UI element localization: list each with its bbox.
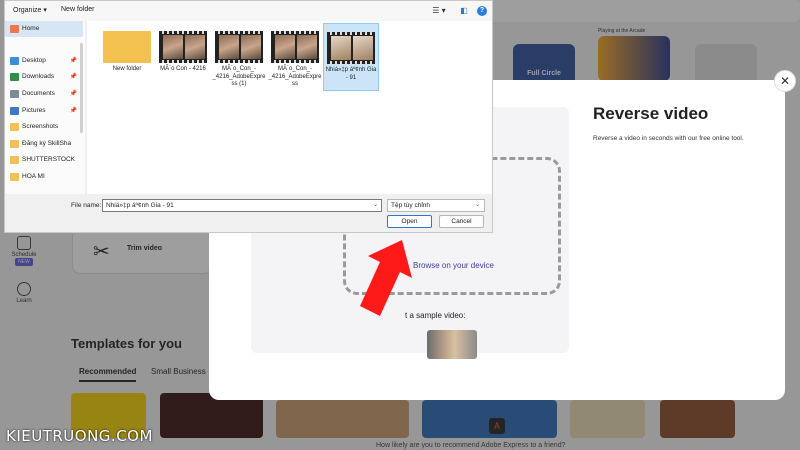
watermark: KIEUTRUONG.COM — [6, 427, 153, 445]
file-item-video[interactable]: MÃ´o_Con_-_4216_AdobeExpress (1) — [211, 31, 267, 89]
view-options-icon[interactable]: ☰ ▾ — [431, 6, 447, 16]
video-thumbnail-icon — [327, 32, 375, 64]
folder-icon — [10, 173, 19, 181]
open-button[interactable]: Open — [387, 215, 432, 228]
preview-pane-icon[interactable]: ◧ — [459, 6, 469, 16]
chevron-down-icon[interactable]: ⌄ — [373, 200, 378, 211]
navigation-pane: Home Desktop 📌 Downloads 📌 Documents 📌 P… — [5, 21, 85, 194]
dialog-footer: File name: Nhiá»‡p áº¢nh Gia - 91 ⌄ Tệp … — [5, 194, 492, 232]
new-folder-button[interactable]: New folder — [61, 6, 94, 13]
page-title: Reverse video — [593, 104, 709, 123]
nav-item-label: Home — [22, 25, 40, 32]
folder-icon — [10, 123, 19, 131]
nav-item-shutterstock[interactable]: SHUTTERSTOCK — [5, 152, 83, 168]
sample-video-thumbnail[interactable] — [427, 330, 477, 359]
organize-menu[interactable]: Organize ▾ — [13, 6, 47, 14]
downloads-icon — [10, 73, 19, 81]
nav-item-downloads[interactable]: Downloads 📌 — [5, 69, 83, 85]
nav-item-label: HOA MI — [22, 173, 45, 180]
file-name: New folder — [112, 66, 142, 72]
documents-icon — [10, 90, 19, 98]
file-open-dialog: Organize ▾ New folder ☰ ▾ ◧ ? Home Deskt… — [4, 0, 493, 233]
file-item-video-selected[interactable]: Nhiá»‡p áº¢nh Gia - 91 — [323, 23, 379, 91]
dialog-toolbar: Organize ▾ New folder ☰ ▾ ◧ ? — [5, 1, 492, 21]
pin-icon: 📌 — [69, 108, 77, 114]
file-name: Nhiá»‡p áº¢nh Gia - 91 — [325, 67, 377, 81]
file-name-input[interactable]: Nhiá»‡p áº¢nh Gia - 91 ⌄ — [102, 199, 382, 212]
nav-item-skillshare[interactable]: Đăng ký SkillSha — [5, 136, 83, 152]
close-icon[interactable]: ✕ — [774, 70, 796, 92]
file-list: New folder MÃ´o Con - 4216 MÃ´o_Con_-_42… — [87, 21, 492, 194]
pictures-icon — [10, 107, 19, 115]
pin-icon: 📌 — [69, 74, 77, 80]
file-name: MÃ´o Con - 4216 — [160, 66, 206, 72]
folder-icon — [10, 156, 19, 164]
file-type-select[interactable]: Tệp tùy chỉnh ⌄ — [387, 199, 485, 212]
nav-item-label: SHUTTERSTOCK — [22, 156, 75, 163]
home-icon — [10, 25, 19, 33]
help-icon[interactable]: ? — [477, 6, 487, 16]
nav-item-home[interactable]: Home — [5, 21, 83, 37]
nav-item-pictures[interactable]: Pictures 📌 — [5, 103, 83, 119]
file-item-video[interactable]: MÃ´o Con - 4216 — [155, 31, 211, 74]
chevron-down-icon: ⌄ — [474, 202, 480, 208]
nav-item-label: Desktop — [22, 57, 46, 64]
file-name-label: File name: — [71, 202, 102, 209]
cancel-button[interactable]: Cancel — [439, 215, 484, 228]
nav-item-hoa-mi[interactable]: HOA MI — [5, 169, 83, 185]
nav-item-documents[interactable]: Documents 📌 — [5, 86, 83, 102]
video-thumbnail-icon — [159, 31, 207, 63]
folder-icon — [10, 140, 19, 148]
video-thumbnail-icon — [271, 31, 319, 63]
desktop-icon — [10, 57, 19, 65]
video-thumbnail-icon — [215, 31, 263, 63]
file-item-folder[interactable]: New folder — [99, 31, 155, 74]
nav-item-label: Screenshots — [22, 123, 59, 130]
nav-item-desktop[interactable]: Desktop 📌 — [5, 53, 83, 69]
nav-scrollbar[interactable] — [80, 43, 83, 133]
file-item-video[interactable]: MÃ´o_Con_-_4216_AdobeExpress — [267, 31, 323, 89]
folder-icon — [103, 31, 151, 63]
nav-item-label: Documents — [22, 90, 55, 97]
page-description: Reverse a video in seconds with our free… — [593, 135, 744, 142]
nav-item-label: Downloads — [22, 73, 55, 80]
browse-on-device-link[interactable]: Browse on your device — [413, 261, 494, 270]
file-name: MÃ´o_Con_-_4216_AdobeExpress (1) — [212, 66, 266, 87]
annotation-arrow-icon — [360, 240, 412, 316]
nav-item-screenshots[interactable]: Screenshots — [5, 119, 83, 135]
nav-item-label: Pictures — [22, 107, 46, 114]
pin-icon: 📌 — [69, 58, 77, 64]
file-name: MÃ´o_Con_-_4216_AdobeExpress — [268, 66, 322, 87]
nav-item-label: Đăng ký SkillSha — [22, 140, 72, 147]
pin-icon: 📌 — [69, 91, 77, 97]
